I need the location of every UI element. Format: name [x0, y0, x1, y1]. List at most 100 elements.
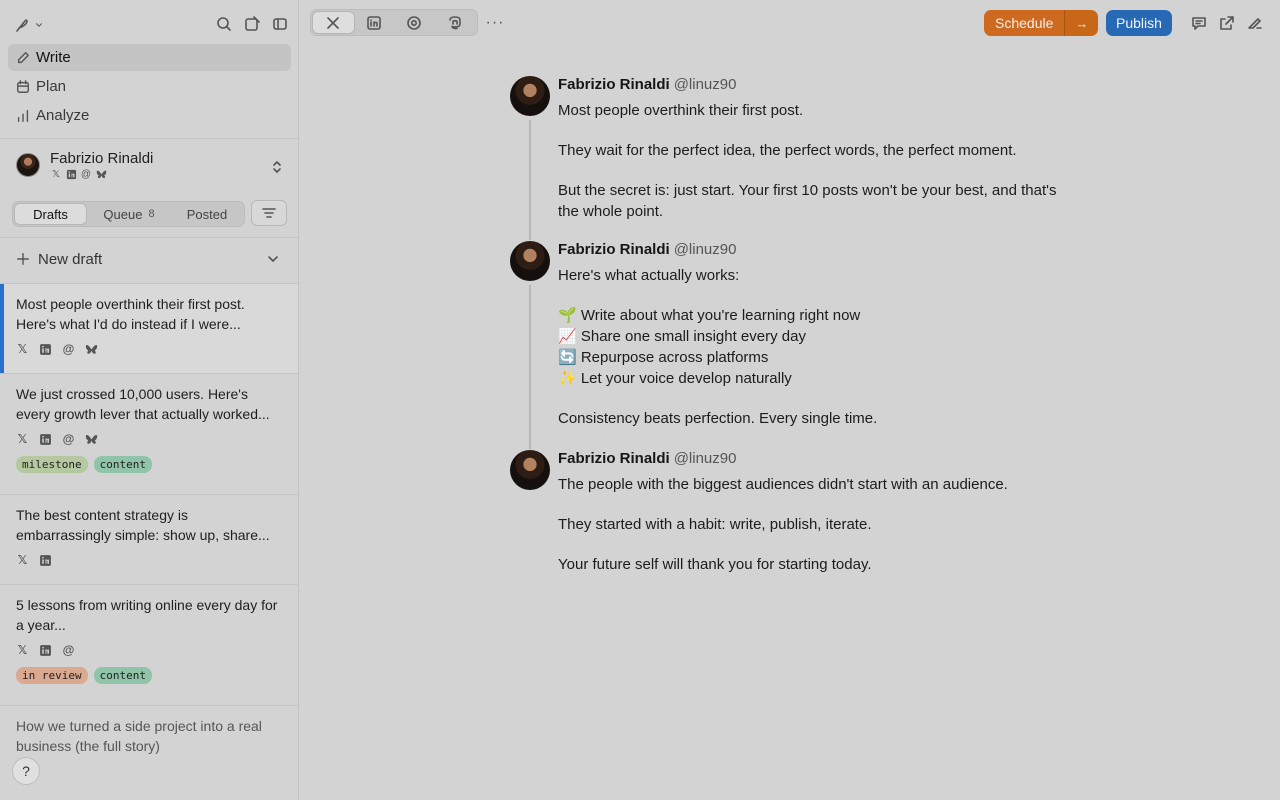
- threads-icon: @: [80, 169, 92, 180]
- tab-mastodon[interactable]: [435, 12, 476, 33]
- post-paragraph: Your future self will thank you for star…: [558, 556, 872, 573]
- post-body[interactable]: Here's what actually works: 🌱 Write abou…: [558, 265, 1070, 429]
- draft-networks: 𝕏: [16, 553, 283, 567]
- queue-count-badge: 8: [148, 208, 155, 220]
- signature-icon[interactable]: [1246, 14, 1264, 32]
- post-paragraph: Most people overthink their first post.: [558, 102, 804, 119]
- search-icon[interactable]: [215, 15, 233, 33]
- tag-badge[interactable]: content: [93, 456, 152, 473]
- linkedin-icon: [39, 644, 52, 657]
- post-paragraph: Here's what actually works:: [558, 267, 740, 284]
- list-item[interactable]: Most people overthink their first post. …: [0, 283, 298, 373]
- tag-badge[interactable]: content: [93, 667, 152, 684]
- avatar: [510, 76, 550, 116]
- post-body[interactable]: Most people overthink their first post. …: [558, 100, 1070, 222]
- tab-posted[interactable]: Posted: [172, 204, 242, 224]
- thread-connector: [529, 120, 531, 240]
- tab-queue[interactable]: Queue 8: [86, 204, 172, 224]
- list-item: 📈 Share one small insight every day: [558, 328, 806, 345]
- nav-item-write[interactable]: Write: [8, 44, 291, 71]
- external-link-icon[interactable]: [1218, 14, 1236, 32]
- schedule-next-button[interactable]: →: [1064, 10, 1099, 36]
- arrow-right-icon: →: [1075, 15, 1089, 31]
- new-draft-button[interactable]: New draft: [16, 250, 286, 268]
- feather-logo-icon: [14, 16, 30, 34]
- comment-icon[interactable]: [1190, 14, 1208, 32]
- threads-icon: [405, 14, 423, 32]
- draft-preview: Most people overthink their first post. …: [16, 296, 245, 332]
- tab-drafts[interactable]: Drafts: [15, 204, 86, 224]
- draft-networks: 𝕏 @: [16, 432, 283, 446]
- thread-post[interactable]: Fabrizio Rinaldi @linuz90 The people with…: [510, 450, 1070, 575]
- thread-connector: [529, 285, 531, 449]
- post-list: 🌱 Write about what you're learning right…: [558, 305, 1070, 389]
- list-item: ✨ Let your voice develop naturally: [558, 370, 792, 387]
- avatar: [510, 241, 550, 281]
- account-name: Fabrizio Rinaldi: [50, 150, 154, 167]
- list-item[interactable]: The best content strategy is embarrassin…: [0, 494, 298, 584]
- draft-tabs: Drafts Queue 8 Posted: [12, 201, 245, 227]
- help-button[interactable]: ?: [12, 757, 40, 785]
- pen-icon: [16, 51, 30, 65]
- author-handle: @linuz90: [673, 450, 737, 467]
- tab-linkedin[interactable]: [354, 12, 395, 33]
- post-header: Fabrizio Rinaldi @linuz90: [558, 450, 1070, 468]
- workspace-switcher[interactable]: [14, 16, 44, 34]
- tab-x[interactable]: [313, 12, 354, 33]
- sidebar-actions: [215, 15, 289, 33]
- thread-post[interactable]: Fabrizio Rinaldi @linuz90 Most people ove…: [510, 76, 1070, 241]
- list-item[interactable]: 5 lessons from writing online every day …: [0, 584, 298, 705]
- publish-button[interactable]: Publish: [1106, 10, 1172, 36]
- schedule-button[interactable]: Schedule: [984, 10, 1065, 36]
- tag-list: in review content: [16, 667, 283, 684]
- main-nav: Write Plan Analyze: [8, 44, 291, 131]
- x-icon: 𝕏: [17, 342, 28, 356]
- nav-item-analyze[interactable]: Analyze: [8, 102, 291, 129]
- list-item[interactable]: We just crossed 10,000 users. Here's eve…: [0, 373, 298, 494]
- thread-post[interactable]: Fabrizio Rinaldi @linuz90 Here's what act…: [510, 241, 1070, 450]
- x-icon: 𝕏: [17, 432, 28, 446]
- list-item: 🔄 Repurpose across platforms: [558, 349, 769, 366]
- sidebar: Write Plan Analyze Fabrizio Rinaldi 𝕏 @: [0, 0, 299, 800]
- chevron-down-icon[interactable]: [264, 250, 282, 268]
- avatar: [510, 450, 550, 490]
- post-header: Fabrizio Rinaldi @linuz90: [558, 76, 1070, 94]
- plus-icon: [16, 250, 30, 268]
- platform-tabs: [310, 9, 478, 36]
- sidebar-toggle-icon[interactable]: [271, 15, 289, 33]
- divider: [0, 138, 298, 139]
- tab-threads[interactable]: [394, 12, 435, 33]
- editor-actions: [1190, 14, 1264, 32]
- draft-preview: 5 lessons from writing online every day …: [16, 597, 278, 633]
- nav-item-label: Analyze: [36, 107, 90, 124]
- more-options-button[interactable]: ···: [486, 14, 504, 32]
- linkedin-icon: [39, 343, 52, 356]
- author-handle: @linuz90: [673, 241, 737, 258]
- linkedin-icon: [365, 14, 383, 32]
- post-body[interactable]: The people with the biggest audiences di…: [558, 474, 1070, 575]
- thread-preview: Fabrizio Rinaldi @linuz90 Most people ove…: [510, 76, 1070, 575]
- x-icon: 𝕏: [17, 643, 28, 657]
- post-header: Fabrizio Rinaldi @linuz90: [558, 241, 1070, 259]
- filter-button[interactable]: [251, 200, 287, 226]
- tag-badge[interactable]: in review: [16, 667, 88, 684]
- post-paragraph: But the secret is: just start. Your firs…: [558, 182, 1057, 220]
- linkedin-icon: [39, 433, 52, 446]
- author-handle: @linuz90: [673, 76, 737, 93]
- calendar-icon: [16, 79, 30, 94]
- tab-label: Drafts: [33, 206, 68, 222]
- draft-preview: How we turned a side project into a real…: [16, 718, 262, 754]
- tag-badge[interactable]: milestone: [16, 456, 88, 473]
- threads-icon: @: [62, 432, 75, 446]
- post-paragraph: They started with a habit: write, publis…: [558, 516, 872, 533]
- list-item[interactable]: How we turned a side project into a real…: [0, 705, 298, 795]
- divider: [0, 237, 298, 238]
- x-icon: [324, 14, 342, 32]
- new-draft-label: New draft: [38, 250, 103, 268]
- nav-item-plan[interactable]: Plan: [8, 73, 291, 100]
- compose-icon[interactable]: [243, 15, 261, 33]
- post-paragraph: The people with the biggest audiences di…: [558, 476, 1008, 493]
- x-icon: 𝕏: [17, 553, 28, 567]
- account-switcher[interactable]: Fabrizio Rinaldi 𝕏 @: [16, 150, 288, 184]
